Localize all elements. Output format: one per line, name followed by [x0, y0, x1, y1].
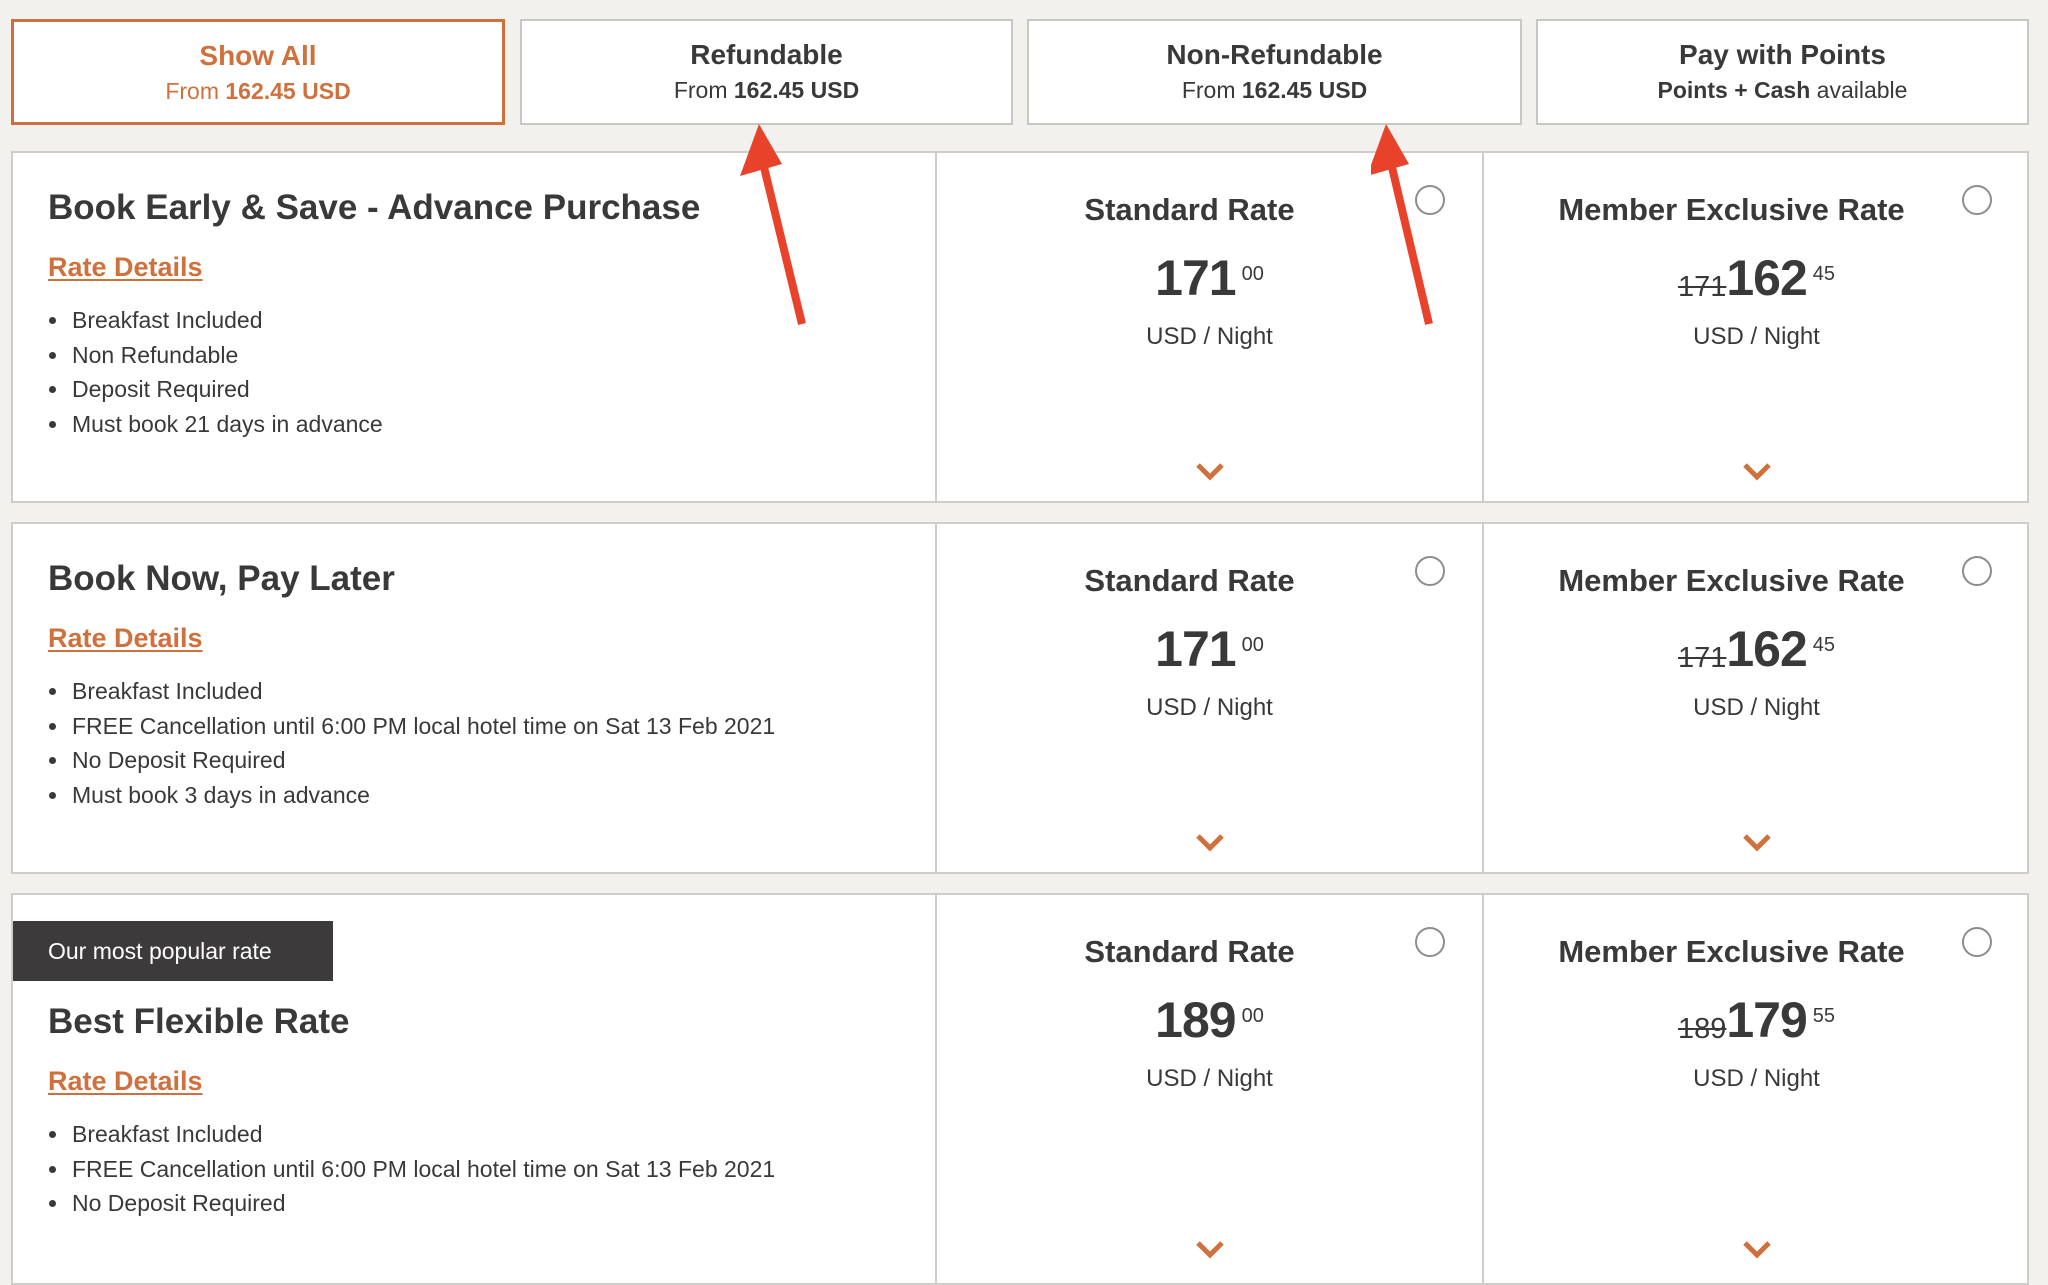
tab-non-refundable[interactable]: Non-Refundable From 162.45 USD: [1027, 19, 1522, 125]
rate-features-list: Breakfast Included FREE Cancellation unt…: [48, 674, 775, 812]
member-rate-option[interactable]: Member Exclusive Rate 171162 45 USD / Nig…: [1482, 153, 2029, 501]
chevron-down-icon[interactable]: [1742, 1239, 1772, 1259]
price-unit: USD / Night: [1146, 694, 1273, 721]
original-price: 189: [1677, 1013, 1727, 1045]
price-cents: 45: [1812, 263, 1836, 285]
rate-features-list: Breakfast Included Non Refundable Deposi…: [48, 303, 383, 441]
tab-subtitle-prefix: From: [1181, 77, 1236, 103]
feature-item: FREE Cancellation until 6:00 PM local ho…: [70, 1152, 775, 1187]
price-amount: 162: [1726, 621, 1807, 677]
feature-item: Breakfast Included: [70, 674, 775, 709]
member-rate-option[interactable]: Member Exclusive Rate 189179 55 USD / Nig…: [1482, 895, 2029, 1283]
tab-subtitle-value: 162.45 USD: [225, 78, 351, 104]
tab-subtitle: From 162.45 USD: [1029, 75, 1520, 105]
chevron-down-icon[interactable]: [1742, 461, 1772, 481]
price-unit: USD / Night: [1693, 323, 1820, 350]
feature-item: Breakfast Included: [70, 303, 383, 338]
price: 171162 45: [1484, 621, 2029, 690]
rate-option-label: Member Exclusive Rate: [1558, 934, 1905, 969]
price: 171 00: [937, 250, 1482, 319]
radio-unselected-icon[interactable]: [1962, 927, 1992, 957]
price: 171 00: [937, 621, 1482, 690]
feature-item: Must book 3 days in advance: [70, 778, 775, 813]
tab-refundable[interactable]: Refundable From 162.45 USD: [520, 19, 1013, 125]
chevron-down-icon[interactable]: [1742, 832, 1772, 852]
rate-option-label: Member Exclusive Rate: [1558, 192, 1905, 227]
popular-rate-badge: Our most popular rate: [13, 921, 333, 981]
price-amount: 189: [1155, 992, 1236, 1048]
tab-subtitle: From 162.45 USD: [522, 75, 1011, 105]
tab-show-all[interactable]: Show All From 162.45 USD: [11, 19, 505, 125]
price-amount: 162: [1726, 250, 1807, 306]
member-rate-option[interactable]: Member Exclusive Rate 171162 45 USD / Nig…: [1482, 524, 2029, 872]
price-cents: 00: [1241, 263, 1264, 285]
price-cents: 00: [1241, 634, 1264, 656]
price-amount: 171: [1155, 621, 1236, 677]
tab-subtitle-value: 162.45 USD: [733, 77, 860, 103]
chevron-down-icon[interactable]: [1195, 832, 1225, 852]
standard-rate-option[interactable]: Standard Rate 171 00 USD / Night: [935, 153, 1482, 501]
tab-subtitle: From 162.45 USD: [14, 76, 502, 106]
rate-card-advance-purchase: Book Early & Save - Advance Purchase Rat…: [11, 151, 2029, 503]
rate-option-label: Member Exclusive Rate: [1558, 563, 1905, 598]
rate-title: Book Now, Pay Later: [48, 559, 395, 598]
tab-pay-with-points[interactable]: Pay with Points Points + Cash available: [1536, 19, 2029, 125]
original-price: 171: [1677, 642, 1727, 674]
rate-features-list: Breakfast Included FREE Cancellation unt…: [48, 1117, 775, 1221]
tab-subtitle-suffix: available: [1816, 77, 1908, 103]
feature-item: Must book 21 days in advance: [70, 407, 383, 442]
price-amount: 179: [1726, 992, 1807, 1048]
price-cents: 00: [1241, 1005, 1264, 1027]
rate-details-link[interactable]: Rate Details: [48, 1064, 203, 1098]
price: 189 00: [937, 992, 1482, 1061]
price: 171162 45: [1484, 250, 2029, 319]
rate-card-best-flexible: Our most popular rate Best Flexible Rate…: [11, 893, 2029, 1285]
tab-subtitle-prefix: From: [165, 78, 219, 104]
feature-item: No Deposit Required: [70, 743, 775, 778]
price-cents: 45: [1812, 634, 1836, 656]
radio-unselected-icon[interactable]: [1415, 556, 1445, 586]
rate-details-link[interactable]: Rate Details: [48, 621, 203, 655]
price-unit: USD / Night: [1693, 1065, 1820, 1092]
rate-info: Book Early & Save - Advance Purchase Rat…: [13, 153, 935, 501]
price-unit: USD / Night: [1146, 1065, 1273, 1092]
rate-title: Book Early & Save - Advance Purchase: [48, 188, 701, 227]
feature-item: No Deposit Required: [70, 1186, 775, 1221]
standard-rate-option[interactable]: Standard Rate 171 00 USD / Night: [935, 524, 1482, 872]
tab-subtitle: Points + Cash available: [1538, 75, 2027, 105]
original-price: 171: [1677, 271, 1727, 303]
rate-info: Our most popular rate Best Flexible Rate…: [13, 895, 935, 1283]
radio-unselected-icon[interactable]: [1962, 556, 1992, 586]
radio-unselected-icon[interactable]: [1415, 185, 1445, 215]
rate-info: Book Now, Pay Later Rate Details Breakfa…: [13, 524, 935, 872]
radio-unselected-icon[interactable]: [1415, 927, 1445, 957]
rate-option-label: Standard Rate: [1084, 192, 1295, 227]
feature-item: Breakfast Included: [70, 1117, 775, 1152]
feature-item: Non Refundable: [70, 338, 383, 373]
price-amount: 171: [1155, 250, 1236, 306]
feature-item: FREE Cancellation until 6:00 PM local ho…: [70, 709, 775, 744]
feature-item: Deposit Required: [70, 372, 383, 407]
tab-subtitle-value: Points + Cash: [1657, 77, 1811, 103]
rate-option-label: Standard Rate: [1084, 934, 1295, 969]
rate-option-label: Standard Rate: [1084, 563, 1295, 598]
tab-title: Refundable: [690, 39, 843, 70]
rate-details-link[interactable]: Rate Details: [48, 250, 203, 284]
tab-title: Non-Refundable: [1166, 39, 1383, 70]
radio-unselected-icon[interactable]: [1962, 185, 1992, 215]
price-cents: 55: [1812, 1005, 1836, 1027]
rate-card-pay-later: Book Now, Pay Later Rate Details Breakfa…: [11, 522, 2029, 874]
rate-title: Best Flexible Rate: [48, 1002, 350, 1041]
chevron-down-icon[interactable]: [1195, 461, 1225, 481]
chevron-down-icon[interactable]: [1195, 1239, 1225, 1259]
tab-subtitle-value: 162.45 USD: [1241, 77, 1368, 103]
standard-rate-option[interactable]: Standard Rate 189 00 USD / Night: [935, 895, 1482, 1283]
tab-title: Pay with Points: [1679, 39, 1886, 70]
price: 189179 55: [1484, 992, 2029, 1061]
price-unit: USD / Night: [1693, 694, 1820, 721]
price-unit: USD / Night: [1146, 323, 1273, 350]
tab-title: Show All: [199, 40, 317, 71]
tab-subtitle-prefix: From: [673, 77, 728, 103]
